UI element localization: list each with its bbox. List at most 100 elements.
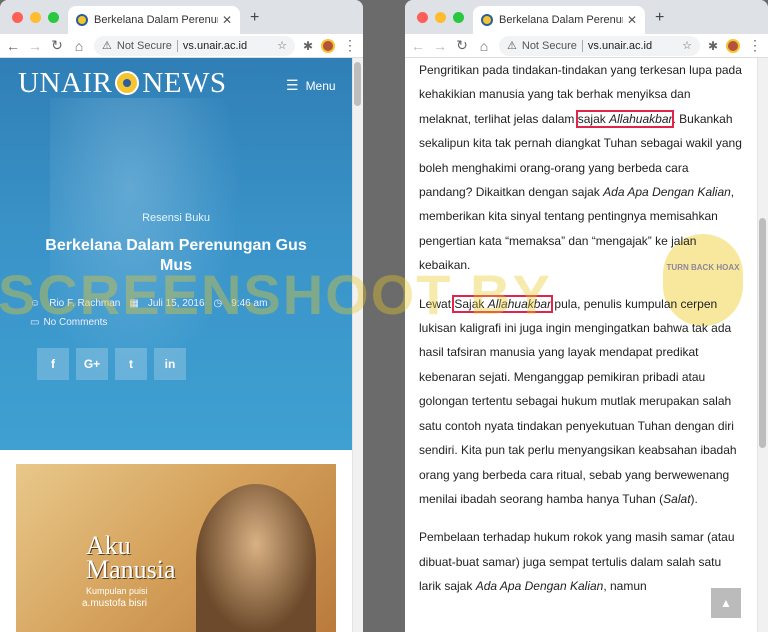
hl2-italic: Allahuakbar bbox=[487, 296, 552, 311]
window-controls bbox=[417, 12, 464, 23]
cover-title-line2: Manusia bbox=[86, 555, 176, 584]
page-viewport: UNAIR NEWS ☰ Menu Resensi Buku Berkelana… bbox=[0, 58, 363, 632]
maximize-window-button[interactable] bbox=[453, 12, 464, 23]
back-icon[interactable]: ← bbox=[411, 38, 425, 54]
p1-italic: Ada Apa Dengan Kalian bbox=[603, 185, 731, 200]
twitter-icon: t bbox=[129, 357, 133, 371]
highlight-sajak-allahuakbar-1: sajak Allahuakbar bbox=[575, 109, 675, 128]
scrollbar-track[interactable] bbox=[352, 58, 363, 632]
book-cover-image: Aku Manusia Kumpulan puisi a.mustofa bis… bbox=[16, 464, 336, 632]
address-bar[interactable]: ⚠ Not Secure vs.unair.ac.id ☆ bbox=[94, 35, 295, 56]
post-comments[interactable]: ▭ No Comments bbox=[30, 317, 107, 328]
p3-italic: Ada Apa Dengan Kalian bbox=[475, 579, 604, 594]
scrollbar-thumb[interactable] bbox=[759, 218, 766, 448]
extensions-puzzle-icon[interactable]: ✱ bbox=[303, 39, 313, 53]
hl2-plain: Sajak bbox=[454, 296, 488, 311]
unair-seal-icon bbox=[115, 71, 140, 95]
scrollbar-thumb[interactable] bbox=[354, 62, 361, 106]
browser-window-right: Berkelana Dalam Perenungan G ✕ + ← → ↻ ⌂… bbox=[405, 0, 768, 632]
facebook-share-button[interactable]: f bbox=[37, 348, 69, 380]
address-divider bbox=[581, 39, 583, 52]
new-tab-button[interactable]: + bbox=[250, 9, 259, 27]
bookmark-star-icon[interactable]: ☆ bbox=[277, 39, 287, 52]
article-hero: UNAIR NEWS ☰ Menu Resensi Buku Berkelana… bbox=[0, 58, 352, 450]
minimize-window-button[interactable] bbox=[30, 12, 41, 23]
warning-icon[interactable]: ⚠ bbox=[507, 39, 517, 52]
menu-button[interactable]: ☰ Menu bbox=[286, 77, 336, 94]
warning-icon[interactable]: ⚠ bbox=[102, 39, 112, 52]
address-bar[interactable]: ⚠ Not Secure vs.unair.ac.id ☆ bbox=[499, 35, 700, 56]
facebook-icon: f bbox=[51, 357, 55, 371]
home-icon[interactable]: ⌂ bbox=[72, 38, 86, 54]
page-viewport: TURN BACK HOAX Pengritikan pada tindakan… bbox=[405, 58, 768, 632]
browser-window-left: Berkelana Dalam Perenungan G ✕ + ← → ↻ ⌂… bbox=[0, 0, 363, 632]
back-icon[interactable]: ← bbox=[6, 38, 20, 54]
more-menu-icon[interactable]: ⋮ bbox=[748, 37, 762, 54]
post-author[interactable]: Rio F. Rachman bbox=[49, 298, 120, 309]
post-category[interactable]: Resensi Buku bbox=[0, 212, 352, 224]
close-window-button[interactable] bbox=[12, 12, 23, 23]
tab-bar: Berkelana Dalam Perenungan G ✕ + bbox=[0, 0, 363, 34]
window-controls bbox=[12, 12, 59, 23]
unair-favicon-icon bbox=[76, 14, 88, 26]
bookmark-star-icon[interactable]: ☆ bbox=[682, 39, 692, 52]
address-divider bbox=[176, 39, 178, 52]
paragraph-2: Lewat Sajak Allahuakbar pula, penulis ku… bbox=[419, 292, 745, 512]
logo-text-news: NEWS bbox=[142, 66, 227, 99]
chevron-up-icon: ▲ bbox=[720, 596, 732, 610]
p2-text: pula, penulis kumpulan cerpen lukisan ka… bbox=[419, 296, 737, 506]
author-icon: ☺ bbox=[30, 298, 41, 309]
url-host: vs.unair.ac.id bbox=[587, 39, 653, 52]
tab-bar: Berkelana Dalam Perenungan G ✕ + bbox=[405, 0, 768, 34]
scroll-to-top-button[interactable]: ▲ bbox=[711, 588, 741, 618]
menu-label: Menu bbox=[305, 78, 336, 93]
profile-avatar[interactable] bbox=[321, 38, 335, 53]
reload-icon[interactable]: ↻ bbox=[50, 37, 64, 54]
hamburger-icon: ☰ bbox=[286, 77, 299, 93]
cover-author: a.mustofa bisri bbox=[82, 598, 148, 609]
p2-start: Lewat bbox=[419, 296, 455, 311]
reload-icon[interactable]: ↻ bbox=[455, 37, 469, 54]
maximize-window-button[interactable] bbox=[48, 12, 59, 23]
unair-favicon-icon bbox=[481, 14, 493, 26]
hl1-italic: Allahuakbar bbox=[609, 111, 673, 126]
p3-end: , namun bbox=[603, 579, 647, 594]
minimize-window-button[interactable] bbox=[435, 12, 446, 23]
calendar-icon: ▦ bbox=[129, 298, 139, 309]
post-meta: ☺ Rio F. Rachman ▦ Juli 15, 2016 ◷ 9:46 … bbox=[30, 298, 267, 309]
address-bar-row: ← → ↻ ⌂ ⚠ Not Secure vs.unair.ac.id ☆ ✱ … bbox=[0, 34, 363, 58]
site-logo[interactable]: UNAIR NEWS bbox=[18, 67, 227, 99]
browser-tab[interactable]: Berkelana Dalam Perenungan G ✕ bbox=[68, 6, 240, 34]
extensions-puzzle-icon[interactable]: ✱ bbox=[708, 39, 718, 53]
cover-title: Aku Manusia bbox=[86, 533, 176, 584]
linkedin-share-button[interactable]: in bbox=[154, 348, 186, 380]
close-window-button[interactable] bbox=[417, 12, 428, 23]
cover-subtitle: Kumpulan puisi bbox=[86, 586, 148, 596]
close-tab-icon[interactable]: ✕ bbox=[222, 13, 232, 27]
more-menu-icon[interactable]: ⋮ bbox=[343, 37, 357, 54]
twitter-share-button[interactable]: t bbox=[115, 348, 147, 380]
post-date: Juli 15, 2016 bbox=[147, 298, 205, 309]
home-icon[interactable]: ⌂ bbox=[477, 38, 491, 54]
paragraph-3: Pembelaan terhadap hukum rokok yang masi… bbox=[419, 525, 745, 598]
close-tab-icon[interactable]: ✕ bbox=[627, 13, 637, 27]
share-buttons: f G+ t in bbox=[37, 348, 186, 380]
hl1-plain: sajak bbox=[577, 111, 610, 126]
forward-icon[interactable]: → bbox=[433, 38, 447, 54]
security-label: Not Secure bbox=[521, 39, 577, 52]
profile-avatar[interactable] bbox=[726, 38, 740, 53]
comments-count: No Comments bbox=[43, 317, 108, 328]
clock-icon: ◷ bbox=[213, 298, 223, 309]
p2-italic: Salat bbox=[663, 491, 691, 506]
post-time: 9:46 am bbox=[231, 298, 268, 309]
linkedin-icon: in bbox=[164, 357, 176, 371]
cover-portrait bbox=[196, 484, 316, 632]
scrollbar-track[interactable] bbox=[757, 58, 768, 632]
tab-title: Berkelana Dalam Perenungan G bbox=[94, 14, 218, 26]
browser-tab[interactable]: Berkelana Dalam Perenungan G ✕ bbox=[473, 6, 645, 34]
forward-icon[interactable]: → bbox=[28, 38, 42, 54]
post-title: Berkelana Dalam Perenungan Gus Mus bbox=[45, 237, 307, 274]
logo-text-unair: UNAIR bbox=[18, 66, 113, 99]
new-tab-button[interactable]: + bbox=[655, 9, 664, 27]
google-plus-share-button[interactable]: G+ bbox=[76, 348, 108, 380]
